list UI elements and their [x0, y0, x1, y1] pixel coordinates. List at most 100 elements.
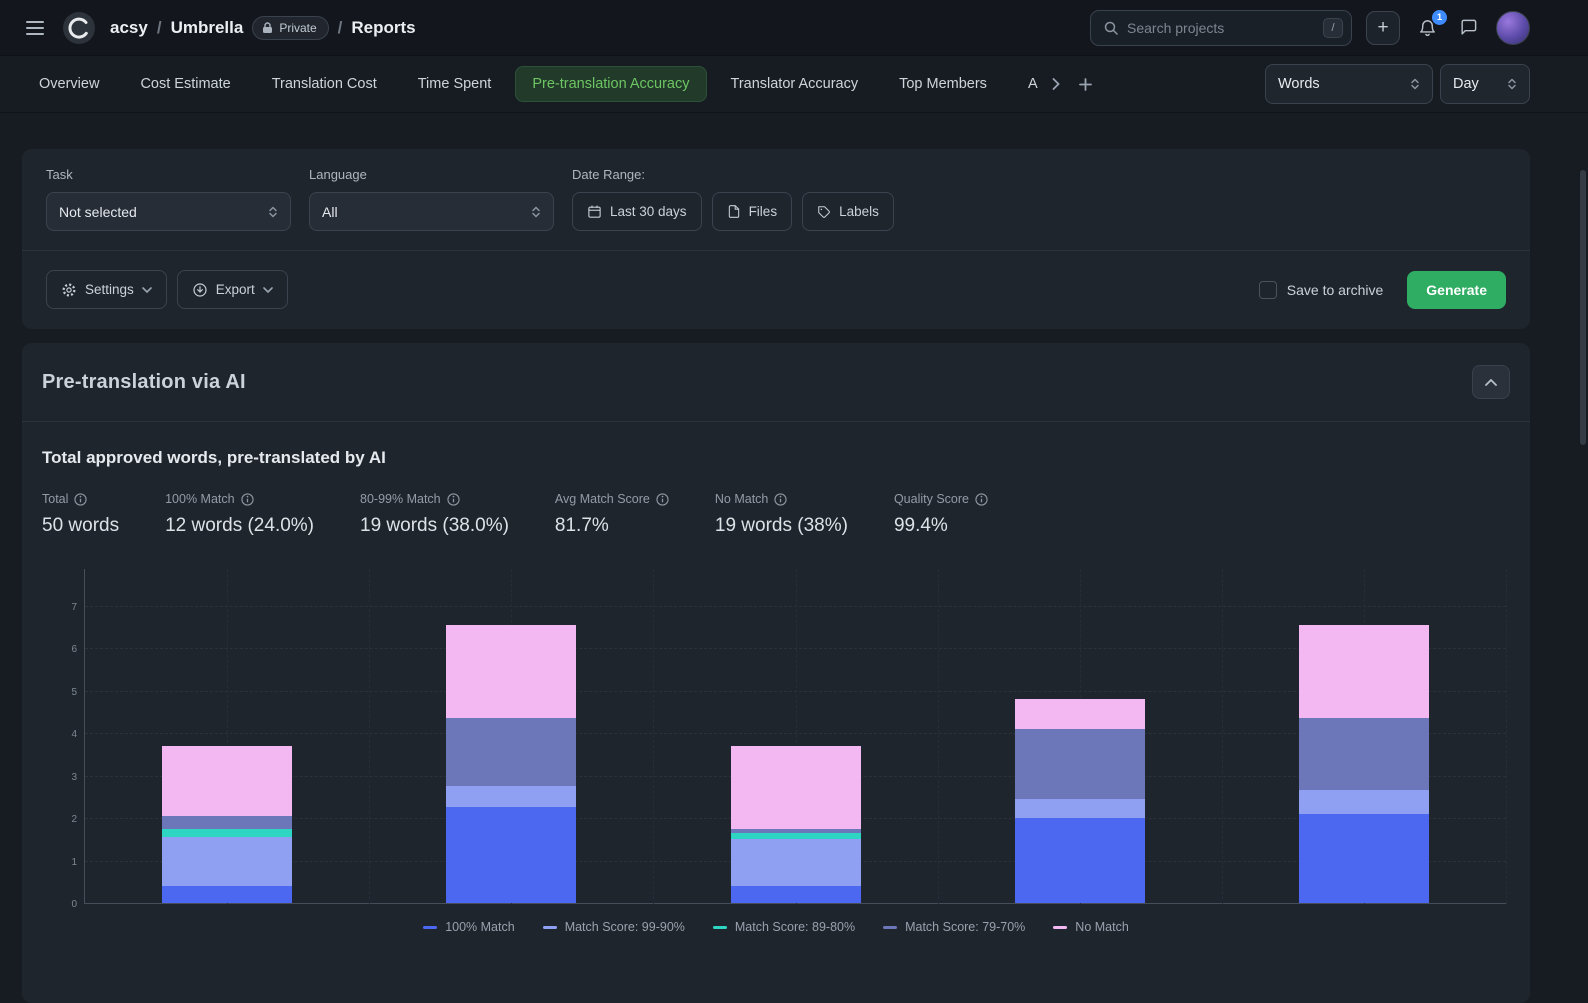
- report-tabs: Overview Cost Estimate Translation Cost …: [0, 56, 1588, 113]
- legend-dash-icon: [423, 926, 437, 929]
- y-tick-label: 0: [55, 899, 77, 910]
- select-carets-icon: [268, 205, 278, 219]
- notifications-button[interactable]: 1: [1414, 14, 1441, 42]
- gridline-x: [1506, 569, 1507, 904]
- info-icon[interactable]: [656, 493, 669, 506]
- breadcrumb-project[interactable]: Umbrella: [171, 18, 244, 38]
- chevron-up-icon: [1485, 379, 1497, 386]
- info-icon[interactable]: [774, 493, 787, 506]
- stat-value: 19 words (38%): [715, 515, 848, 537]
- bar-segment: [162, 829, 292, 838]
- legend-item[interactable]: 100% Match: [423, 920, 514, 934]
- unit-select-value: Words: [1278, 76, 1320, 92]
- notification-badge: 1: [1432, 10, 1447, 25]
- stat-100-match: 100% Match 12 words (24.0%): [165, 492, 314, 537]
- info-icon[interactable]: [74, 493, 87, 506]
- y-tick-label: 2: [55, 814, 77, 825]
- unit-select[interactable]: Words: [1265, 64, 1433, 104]
- private-badge-label: Private: [279, 21, 316, 35]
- bar-segment: [1299, 814, 1429, 903]
- tab-cost-estimate[interactable]: Cost Estimate: [123, 66, 247, 102]
- collapse-button[interactable]: [1472, 365, 1510, 399]
- stacked-bar: [162, 746, 292, 903]
- select-carets-icon: [1410, 77, 1420, 91]
- search-shortcut-key: /: [1323, 18, 1343, 38]
- report-panel: Pre-translation via AI Total approved wo…: [22, 343, 1530, 1003]
- bar-segment: [731, 886, 861, 903]
- tab-truncated[interactable]: A: [1011, 66, 1039, 102]
- report-title: Pre-translation via AI: [42, 371, 246, 394]
- info-icon[interactable]: [975, 493, 988, 506]
- date-range-button[interactable]: Last 30 days: [572, 192, 702, 231]
- bar-segment: [1299, 718, 1429, 790]
- period-select-value: Day: [1453, 76, 1479, 92]
- create-project-button[interactable]: +: [1366, 11, 1400, 45]
- caret-down-icon: [263, 287, 273, 293]
- stats-row: Total 50 words 100% Match 12 words (24.0…: [42, 492, 1510, 537]
- bar-column: [85, 569, 369, 904]
- private-badge: Private: [252, 16, 328, 40]
- legend-label: No Match: [1075, 920, 1129, 934]
- bar-segment: [162, 746, 292, 816]
- user-avatar[interactable]: [1496, 11, 1530, 45]
- stat-label: Quality Score: [894, 492, 969, 506]
- files-filter-button[interactable]: Files: [712, 192, 793, 231]
- select-carets-icon: [1507, 77, 1517, 91]
- labels-filter-button[interactable]: Labels: [802, 192, 894, 231]
- info-icon[interactable]: [241, 493, 254, 506]
- legend-dash-icon: [883, 926, 897, 929]
- export-button[interactable]: Export: [177, 270, 288, 309]
- tab-pretranslation-accuracy[interactable]: Pre-translation Accuracy: [515, 66, 706, 102]
- y-tick-label: 3: [55, 772, 77, 783]
- file-icon: [727, 204, 741, 219]
- stat-value: 19 words (38.0%): [360, 515, 509, 537]
- breadcrumb-org[interactable]: acsy: [110, 18, 148, 38]
- filter-divider: [22, 250, 1530, 251]
- messages-button[interactable]: [1455, 14, 1482, 41]
- tab-translator-accuracy[interactable]: Translator Accuracy: [714, 66, 876, 102]
- language-select[interactable]: All: [309, 192, 554, 231]
- tab-translation-cost[interactable]: Translation Cost: [255, 66, 394, 102]
- hamburger-icon: [26, 21, 44, 35]
- language-field-label: Language: [309, 167, 554, 182]
- bar-column: [938, 569, 1222, 904]
- save-to-archive-label[interactable]: Save to archive: [1287, 282, 1384, 298]
- y-tick-label: 5: [55, 687, 77, 698]
- legend-label: Match Score: 89-80%: [735, 920, 855, 934]
- legend-label: 100% Match: [445, 920, 514, 934]
- stat-avg-match-score: Avg Match Score 81.7%: [555, 492, 669, 537]
- legend-item[interactable]: Match Score: 79-70%: [883, 920, 1025, 934]
- stat-label: 100% Match: [165, 492, 234, 506]
- stat-80-99-match: 80-99% Match 19 words (38.0%): [360, 492, 509, 537]
- legend-item[interactable]: No Match: [1053, 920, 1129, 934]
- stacked-bar: [446, 625, 576, 903]
- tab-overview[interactable]: Overview: [22, 66, 116, 102]
- add-tab-button[interactable]: [1073, 72, 1098, 97]
- save-to-archive-checkbox[interactable]: [1259, 281, 1277, 299]
- tab-top-members[interactable]: Top Members: [882, 66, 1004, 102]
- bar-segment: [1299, 625, 1429, 719]
- tab-time-spent[interactable]: Time Spent: [401, 66, 509, 102]
- period-select[interactable]: Day: [1440, 64, 1530, 104]
- y-tick-label: 7: [55, 602, 77, 613]
- stacked-bar: [1015, 699, 1145, 903]
- menu-button[interactable]: [22, 17, 48, 39]
- info-icon[interactable]: [447, 493, 460, 506]
- settings-button[interactable]: Settings: [46, 270, 167, 309]
- stat-label: Avg Match Score: [555, 492, 650, 506]
- search-box[interactable]: /: [1090, 10, 1352, 46]
- search-input[interactable]: [1127, 20, 1315, 36]
- bar-segment: [1015, 699, 1145, 729]
- scrollbar[interactable]: [1580, 170, 1586, 445]
- generate-button[interactable]: Generate: [1407, 271, 1506, 309]
- task-field-label: Task: [46, 167, 291, 182]
- stat-label: 80-99% Match: [360, 492, 441, 506]
- tabs-scroll-right-button[interactable]: [1046, 72, 1066, 96]
- legend-item[interactable]: Match Score: 99-90%: [543, 920, 685, 934]
- bar-segment: [162, 886, 292, 903]
- legend-item[interactable]: Match Score: 89-80%: [713, 920, 855, 934]
- task-select[interactable]: Not selected: [46, 192, 291, 231]
- stat-no-match: No Match 19 words (38%): [715, 492, 848, 537]
- app-logo[interactable]: [62, 11, 96, 45]
- filters-panel: Task Not selected Language All Date Rang…: [22, 149, 1530, 329]
